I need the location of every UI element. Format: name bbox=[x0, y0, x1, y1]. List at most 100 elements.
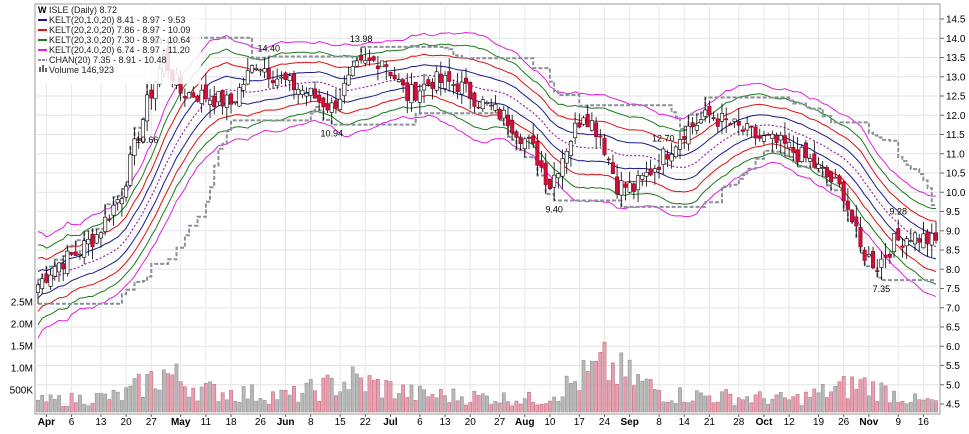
volume-bar bbox=[921, 399, 926, 413]
candle-body bbox=[766, 134, 771, 136]
candle-body bbox=[623, 183, 628, 188]
volume-bar bbox=[132, 378, 137, 413]
candle-body bbox=[740, 129, 745, 132]
candle-body bbox=[858, 227, 863, 248]
volume-bar bbox=[883, 385, 888, 413]
candle-body bbox=[413, 81, 418, 101]
candle-body bbox=[673, 146, 678, 158]
volume-tick-label: 2.0M bbox=[11, 320, 33, 331]
volume-bar bbox=[611, 362, 615, 413]
candle-body bbox=[208, 99, 213, 105]
candle-body bbox=[375, 65, 380, 69]
volume-bar bbox=[925, 398, 930, 413]
stock-chart: 4.5 5.0 5.5 6.0 6.5 7.0 7.5 8.0 8.5 9.0 9.5 10.0 10.… bbox=[0, 0, 969, 429]
price-tick-label: 6.5 bbox=[946, 323, 960, 334]
price-annotation: 9.28 bbox=[889, 207, 907, 217]
candle-body bbox=[594, 122, 599, 137]
date-tick-label: 22 bbox=[360, 417, 372, 428]
date-tick-label: 6 bbox=[69, 417, 75, 428]
volume-bar bbox=[594, 360, 598, 413]
volume-bar bbox=[787, 399, 791, 413]
volume-bar bbox=[506, 401, 510, 413]
candle-body bbox=[854, 216, 859, 227]
volume-bar bbox=[602, 341, 607, 413]
candle-body bbox=[749, 125, 754, 128]
volume-bar bbox=[548, 400, 552, 413]
candle-body bbox=[56, 262, 61, 273]
date-tick-label: 27 bbox=[146, 417, 158, 428]
volume-bar bbox=[220, 392, 225, 413]
candle-body bbox=[149, 89, 154, 99]
candle-body bbox=[417, 90, 422, 103]
volume-bar bbox=[380, 397, 384, 413]
candle-body bbox=[535, 141, 540, 166]
candle-body bbox=[472, 92, 477, 107]
volume-bar bbox=[237, 402, 242, 413]
volume-bar bbox=[527, 392, 531, 413]
volume-bar bbox=[636, 374, 640, 413]
volume-bar bbox=[665, 401, 670, 413]
volume-bar bbox=[485, 395, 489, 413]
chart-title: ISLE (Daily) 8.72 bbox=[49, 5, 117, 15]
candle-body bbox=[933, 232, 938, 241]
volume-bar bbox=[929, 399, 934, 413]
volume-bar bbox=[426, 396, 431, 413]
price-tick-label: 13.5 bbox=[946, 53, 966, 64]
candle-body bbox=[254, 68, 259, 70]
volume-bar bbox=[653, 389, 657, 413]
volume-bar bbox=[371, 379, 376, 413]
candle-body bbox=[610, 162, 615, 174]
candle-body bbox=[602, 137, 607, 155]
volume-bar bbox=[627, 359, 632, 413]
candle-body bbox=[182, 96, 187, 99]
volume-bar bbox=[686, 402, 691, 413]
candle-body bbox=[564, 150, 569, 164]
candle-body bbox=[753, 126, 758, 139]
candle-body bbox=[44, 273, 49, 283]
candle-body bbox=[547, 178, 552, 190]
date-tick-label: 11 bbox=[201, 417, 212, 428]
candle-body bbox=[862, 249, 867, 261]
volume-bar bbox=[422, 389, 426, 413]
candle-body bbox=[728, 123, 733, 126]
date-tick-label: 26 bbox=[255, 417, 267, 428]
volume-bar bbox=[762, 398, 766, 413]
volume-bar bbox=[229, 390, 233, 413]
price-tick-label: 6.0 bbox=[946, 342, 960, 353]
volume-bar bbox=[757, 391, 762, 413]
volume-bar bbox=[204, 383, 208, 413]
candle-body bbox=[686, 125, 691, 145]
date-tick-label: 10 bbox=[544, 417, 556, 428]
volume-bar bbox=[619, 352, 624, 413]
price-tick-label: 10.0 bbox=[946, 188, 966, 199]
candle-body bbox=[531, 135, 536, 144]
volume-bar bbox=[854, 389, 859, 413]
volume-bar bbox=[820, 384, 825, 413]
price-tick-label: 8.5 bbox=[946, 246, 960, 257]
volume-bar bbox=[178, 381, 183, 413]
candle-body bbox=[69, 252, 74, 255]
candle-body bbox=[715, 118, 720, 127]
price-annotation: 10.94 bbox=[320, 129, 343, 139]
date-tick-label: Apr bbox=[38, 417, 55, 428]
volume-bar bbox=[157, 389, 162, 413]
volume-bar bbox=[120, 400, 124, 413]
candle-body bbox=[879, 258, 884, 268]
volume-bar bbox=[543, 403, 548, 413]
price-tick-label: 8.0 bbox=[946, 265, 960, 276]
volume-bar bbox=[363, 391, 368, 413]
volume-bar bbox=[900, 401, 905, 413]
candle-body bbox=[514, 131, 519, 138]
price-tick-label: 14.5 bbox=[946, 15, 966, 26]
candle-body bbox=[925, 231, 930, 244]
candle-body bbox=[782, 135, 787, 144]
price-tick-label: 11.0 bbox=[946, 149, 965, 160]
candle-body bbox=[841, 181, 846, 202]
candle-body bbox=[212, 95, 217, 107]
volume-bar bbox=[564, 375, 569, 413]
price-annotation: 14.40 bbox=[258, 44, 281, 54]
candle-body bbox=[300, 90, 305, 95]
candle-body bbox=[447, 71, 452, 82]
candle-body bbox=[283, 72, 288, 80]
candle-body bbox=[430, 81, 435, 89]
